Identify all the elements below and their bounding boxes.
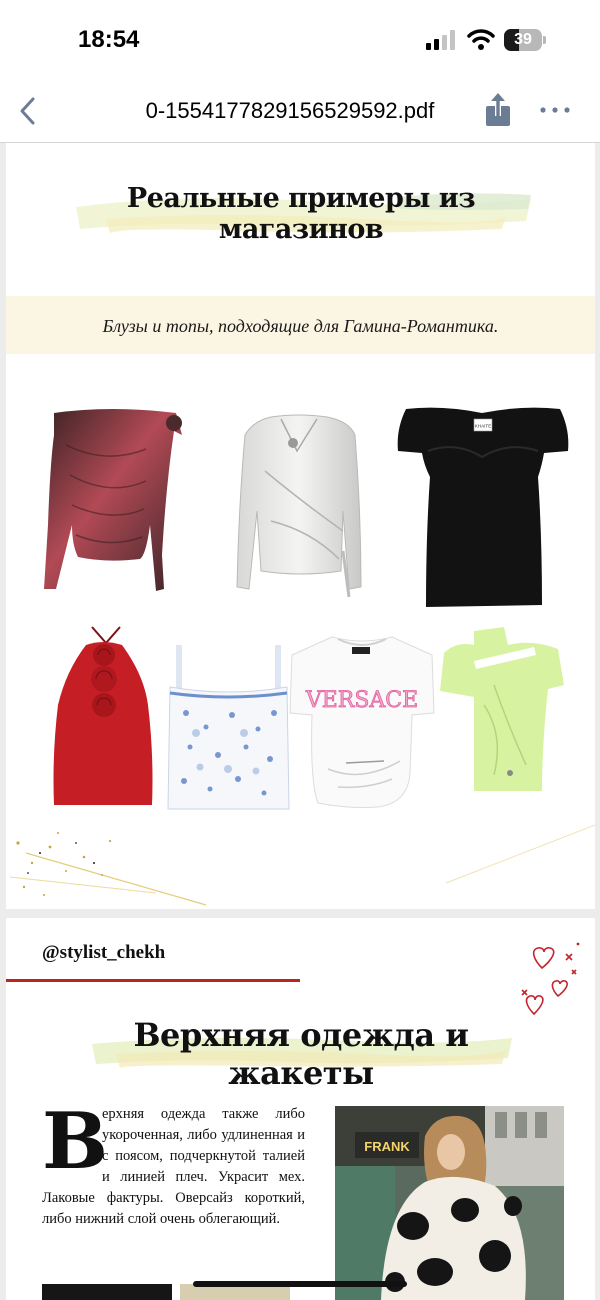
share-icon[interactable]	[484, 92, 512, 128]
subtitle-band: Блузы и топы, подходящие для Гамина-Рома…	[6, 296, 595, 354]
gold-sparkle-decoration	[9, 824, 595, 906]
chevron-left-icon[interactable]	[14, 94, 40, 128]
tshirt-print: VERSACE	[305, 688, 418, 713]
author-handle: @stylist_chekh	[42, 942, 166, 963]
pdf-viewer-nav-bar: 0-1554177829156529592.pdf	[0, 80, 600, 143]
battery-level: 39	[514, 31, 532, 48]
lime-mesh-top	[440, 627, 564, 791]
photo-sign: FRANK	[364, 1139, 410, 1154]
red-rose-halter-top	[53, 626, 153, 805]
heading-block: Реальные примеры из магазинов	[56, 171, 546, 245]
more-icon[interactable]	[538, 104, 572, 116]
body-paragraph: ерхняя одежда также либо укороченная, ли…	[42, 1104, 305, 1230]
floral-corset-top	[167, 645, 290, 810]
pdf-page-1[interactable]: Реальные примеры из магазинов Блузы и то…	[6, 143, 595, 909]
cellular-signal-icon	[426, 30, 455, 50]
subtitle: Блузы и топы, подходящие для Гамина-Рома…	[102, 316, 499, 336]
heading-block: Верхняя одежда и жакеты	[66, 1010, 536, 1092]
versace-tshirt: VERSACE	[289, 636, 435, 808]
pdf-page-2[interactable]: @stylist_chekh Верхняя одежда и жакеты В…	[6, 918, 595, 1300]
street-style-photo: FRANK	[335, 1106, 564, 1300]
image-thumbnail	[42, 1284, 172, 1300]
document-title: 0-1554177829156529592.pdf	[145, 98, 435, 123]
status-bar: 18:54 39	[0, 0, 600, 80]
silver-satin-wrap-blouse	[236, 414, 362, 598]
burgundy-off-shoulder-top	[44, 409, 182, 591]
page-heading: Реальные примеры из магазинов	[126, 183, 476, 245]
red-divider-line	[6, 979, 300, 982]
status-time: 18:54	[78, 26, 140, 53]
black-sweetheart-top: KHAITE	[397, 407, 569, 607]
battery-icon: 39	[504, 29, 546, 51]
section-heading: Верхняя одежда и жакеты	[133, 1016, 469, 1092]
wifi-icon	[467, 29, 495, 50]
home-indicator[interactable]	[193, 1281, 407, 1287]
label-tag: KHAITE	[475, 424, 492, 429]
